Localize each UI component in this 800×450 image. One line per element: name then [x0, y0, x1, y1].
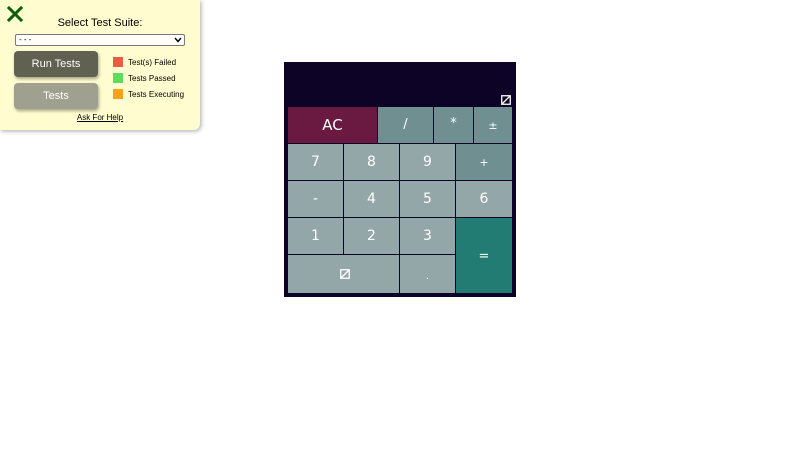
one-button[interactable]: 1	[287, 217, 344, 255]
legend-failed: Test(s) Failed	[113, 57, 176, 68]
divide-button[interactable]: /	[377, 106, 434, 144]
subtract-button[interactable]: -	[287, 180, 344, 218]
seven-button[interactable]: 7	[287, 143, 344, 181]
suite-select-value: - - -	[19, 35, 32, 44]
three-label: 3	[423, 228, 432, 244]
one-label: 1	[311, 228, 320, 244]
five-label: 5	[423, 191, 432, 207]
six-label: 6	[479, 191, 489, 207]
add-button[interactable]: +	[455, 143, 513, 181]
multiply-button[interactable]: *	[433, 106, 474, 144]
suite-title: Select Test Suite:	[57, 17, 143, 29]
legend-passed-label: Tests Passed	[128, 74, 176, 83]
legend-executing: Tests Executing	[113, 89, 184, 100]
subtract-label: -	[312, 191, 319, 207]
three-button[interactable]: 3	[399, 217, 456, 255]
eight-button[interactable]: 8	[343, 143, 400, 181]
legend-passed: Tests Passed	[113, 73, 176, 84]
chevron-down-icon	[174, 37, 182, 43]
plus-minus-button[interactable]: ±	[473, 106, 513, 144]
decimal-label: .	[425, 271, 430, 282]
six-button[interactable]: 6	[455, 180, 513, 218]
passed-swatch	[113, 73, 123, 83]
clear-label: AC	[322, 116, 343, 134]
multiply-label: *	[450, 116, 457, 131]
run-tests-button[interactable]: Run Tests	[14, 51, 98, 77]
nine-button[interactable]: 9	[399, 143, 456, 181]
failed-swatch	[113, 57, 123, 67]
seven-label: 7	[311, 154, 320, 170]
five-button[interactable]: 5	[399, 180, 456, 218]
test-suite-select[interactable]: - - -	[15, 34, 185, 46]
four-button[interactable]: 4	[343, 180, 400, 218]
executing-swatch	[113, 89, 123, 99]
two-label: 2	[367, 228, 376, 244]
legend-executing-label: Tests Executing	[128, 90, 185, 99]
calculator-display	[287, 65, 513, 106]
test-panel: Select Test Suite: - - - Run Tests Tests…	[0, 0, 200, 130]
four-label: 4	[367, 191, 376, 207]
two-button[interactable]: 2	[343, 217, 400, 255]
clear-button[interactable]: AC	[287, 106, 378, 144]
nine-label: 9	[423, 154, 432, 170]
add-label: +	[479, 156, 489, 169]
zero-button[interactable]	[287, 254, 400, 294]
legend-failed-label: Test(s) Failed	[128, 58, 177, 67]
display-zero-icon	[501, 95, 511, 105]
ask-for-help-link[interactable]: Ask For Help	[0, 113, 200, 122]
equals-button[interactable]: =	[455, 217, 513, 294]
eight-label: 8	[367, 154, 376, 170]
calculator: AC / * ± 7 8 9 + - 4 5 6 1 2 3 = .	[284, 62, 516, 297]
decimal-button[interactable]: .	[399, 254, 456, 294]
equals-label: =	[478, 249, 490, 264]
divide-label: /	[403, 117, 408, 132]
plus-minus-label: ±	[488, 119, 498, 132]
tests-button[interactable]: Tests	[14, 83, 98, 109]
zero-glyph-icon	[340, 269, 350, 279]
